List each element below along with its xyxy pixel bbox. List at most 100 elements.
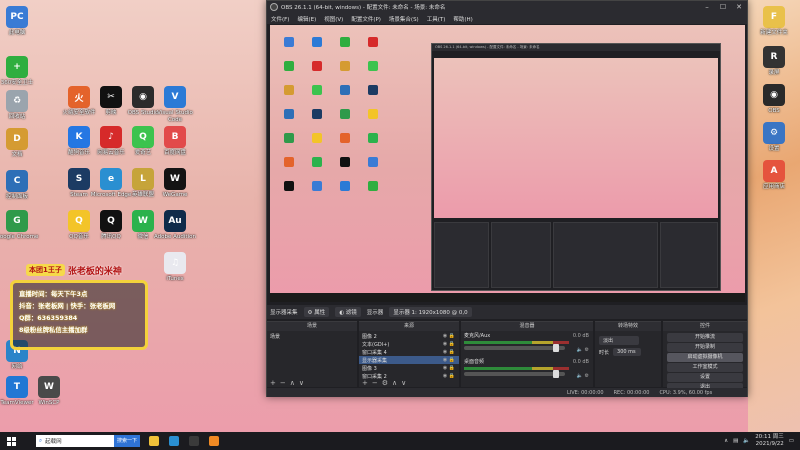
chevron-up-icon[interactable]: ∧ (724, 438, 728, 444)
app-icon: F (763, 6, 785, 28)
maximize-icon[interactable]: ☐ (715, 3, 731, 11)
preview-mini-icon (284, 157, 294, 167)
minimize-icon[interactable]: – (699, 3, 715, 11)
settings-button[interactable]: 设置 (667, 373, 743, 382)
move-down-icon[interactable]: ∨ (299, 379, 304, 387)
search-input[interactable]: 起载网 (45, 437, 62, 445)
visibility-lock-icons[interactable]: ◉ 🔒 (443, 365, 455, 371)
mixer-channel-db: 0.0 dB (572, 333, 589, 339)
filters-button[interactable]: ◐ 滤镜 (335, 307, 361, 317)
preview-mini-icon (284, 85, 294, 95)
desktop-icon[interactable]: D 文档 (0, 128, 40, 159)
desktop-icon[interactable]: B 百度网盘 (152, 126, 198, 157)
desktop-icon[interactable]: +360安全卫士 (0, 56, 40, 87)
volume-fader[interactable] (464, 344, 565, 352)
move-up-icon[interactable]: ∧ (290, 379, 295, 387)
duration-label: 时长 (599, 349, 610, 356)
transition-select[interactable]: 淡出 (599, 335, 639, 345)
clock-date: 2021/9/22 (755, 441, 784, 447)
menu-edit[interactable]: 编辑(E) (297, 15, 316, 23)
source-item[interactable]: 显示器采集 ◉ 🔒 (359, 356, 459, 364)
source-name: 图像 3 (362, 365, 377, 372)
mixer-dock-title: 混音器 (461, 322, 593, 331)
fader-knob[interactable] (552, 344, 559, 352)
app-icon: T (6, 376, 28, 398)
remove-icon[interactable]: − (280, 379, 286, 387)
taskbar-app-obs[interactable] (184, 432, 204, 450)
start-streaming-button[interactable]: 开始推流 (667, 333, 743, 342)
move-down-icon[interactable]: ∨ (401, 379, 406, 387)
desktop-icon[interactable]: ♻ 回收站 (0, 90, 40, 121)
desktop-icon[interactable]: V Visual Studio Code (152, 86, 198, 124)
taskbar-app-sublime[interactable] (204, 432, 224, 450)
search-button[interactable]: 搜索一下 (113, 435, 140, 447)
taskbar-app-edge[interactable] (164, 432, 184, 450)
obs-preview-canvas[interactable]: OBS 26.1.1 (64-bit, windows) - 配置文件: 未命名… (270, 25, 745, 302)
obs-titlebar[interactable]: OBS 26.1.1 (64-bit, windows) - 配置文件: 未命名… (267, 1, 747, 13)
display-select[interactable]: 显示器 1: 1920x1080 @ 0,0 (389, 307, 472, 317)
visibility-lock-icons[interactable]: ◉ 🔒 (443, 349, 455, 355)
add-icon[interactable]: + (270, 379, 276, 387)
scene-item[interactable]: 场景 (267, 332, 357, 340)
desktop-icon[interactable]: F 新建文件夹 (751, 6, 797, 37)
transition-type-row: 淡出 (595, 334, 661, 346)
source-item[interactable]: 图像 3 ◉ 🔒 (359, 364, 459, 372)
desktop-icon-label: Google Chrome (0, 234, 39, 240)
speaker-icon[interactable]: 🔈 (577, 373, 583, 379)
gear-icon[interactable]: ⚙ (382, 379, 388, 387)
source-item[interactable]: 图像 2 ◉ 🔒 (359, 332, 459, 340)
start-button[interactable] (0, 432, 22, 450)
move-up-icon[interactable]: ∧ (392, 379, 397, 387)
desktop-icon[interactable]: ◉ OBS (751, 84, 797, 115)
studio-mode-button[interactable]: 工作室模式 (667, 363, 743, 372)
clock[interactable]: 20:11 周三 2021/9/22 (755, 434, 784, 448)
menu-help[interactable]: 帮助(H) (453, 15, 472, 23)
volume-icon[interactable]: 🔈 (743, 438, 750, 444)
source-item[interactable]: 文本(GDI+) ◉ 🔒 (359, 340, 459, 348)
taskbar-search[interactable]: ⌕ 起载网 搜索一下 (36, 435, 140, 447)
desktop-icon[interactable]: PC 此电脑 (0, 6, 40, 37)
display-label: 显示器 (366, 310, 384, 316)
gear-icon[interactable]: ⚙ (585, 347, 589, 353)
fader-knob[interactable] (552, 370, 559, 378)
taskbar-app-file-explorer[interactable] (144, 432, 164, 450)
menu-view[interactable]: 视图(V) (324, 15, 343, 23)
volume-fader[interactable] (464, 370, 565, 378)
menu-profile[interactable]: 配置文件(P) (351, 15, 381, 23)
duration-input[interactable]: 300 ms (613, 348, 642, 356)
add-icon[interactable]: + (362, 379, 368, 387)
desktop-icon[interactable]: ♫ iTunes (152, 252, 198, 283)
desktop-icon[interactable]: W WeGame (152, 168, 198, 199)
desktop-icon[interactable]: Au Adobe Audition (152, 210, 198, 241)
virtual-camera-button[interactable]: 启动虚拟摄像机 (667, 353, 743, 362)
close-icon[interactable]: ✕ (731, 3, 747, 11)
source-item[interactable]: 窗口采集 4 ◉ 🔒 (359, 348, 459, 356)
desktop-icon[interactable]: C 控制面板 (0, 170, 40, 201)
desktop-icon[interactable]: A 应用商店 (751, 160, 797, 191)
menu-scene-collection[interactable]: 场景集合(S) (389, 15, 419, 23)
speaker-icon[interactable]: 🔈 (577, 347, 583, 353)
nested-controls-dock (660, 222, 718, 288)
nested-sources-dock (491, 222, 551, 288)
network-icon[interactable]: ▤ (733, 438, 738, 444)
preview-mini-icon (312, 37, 322, 47)
source-name: 显示器采集 (362, 357, 388, 364)
desktop-icon[interactable]: G Google Chrome (0, 210, 40, 241)
desktop-icon[interactable]: W WinSCP (26, 376, 72, 407)
selected-source-label: 显示器采集 (270, 310, 298, 316)
start-recording-button[interactable]: 开始录制 (667, 343, 743, 352)
visibility-lock-icons[interactable]: ◉ 🔒 (443, 333, 455, 339)
menu-file[interactable]: 文件(F) (271, 15, 289, 23)
obs-window[interactable]: OBS 26.1.1 (64-bit, windows) - 配置文件: 未命名… (266, 0, 748, 397)
properties-button[interactable]: ⚙ 属性 (303, 307, 330, 317)
desktop-icon[interactable]: R 录屏 (751, 46, 797, 77)
remove-icon[interactable]: − (372, 379, 378, 387)
desktop-icon-label: 应用商店 (762, 184, 785, 190)
notification-icon[interactable]: ▭ (789, 438, 794, 444)
desktop-icon[interactable]: ⚙ 设置 (751, 122, 797, 153)
stream-info-card[interactable]: 本团1王子 张老板的米神 直播时间：每天下午3点 抖音：张老板网 | 快手：张老… (4, 262, 154, 354)
visibility-lock-icons[interactable]: ◉ 🔒 (443, 357, 455, 363)
menu-tools[interactable]: 工具(T) (427, 15, 446, 23)
visibility-lock-icons[interactable]: ◉ 🔒 (443, 341, 455, 347)
gear-icon[interactable]: ⚙ (585, 373, 589, 379)
